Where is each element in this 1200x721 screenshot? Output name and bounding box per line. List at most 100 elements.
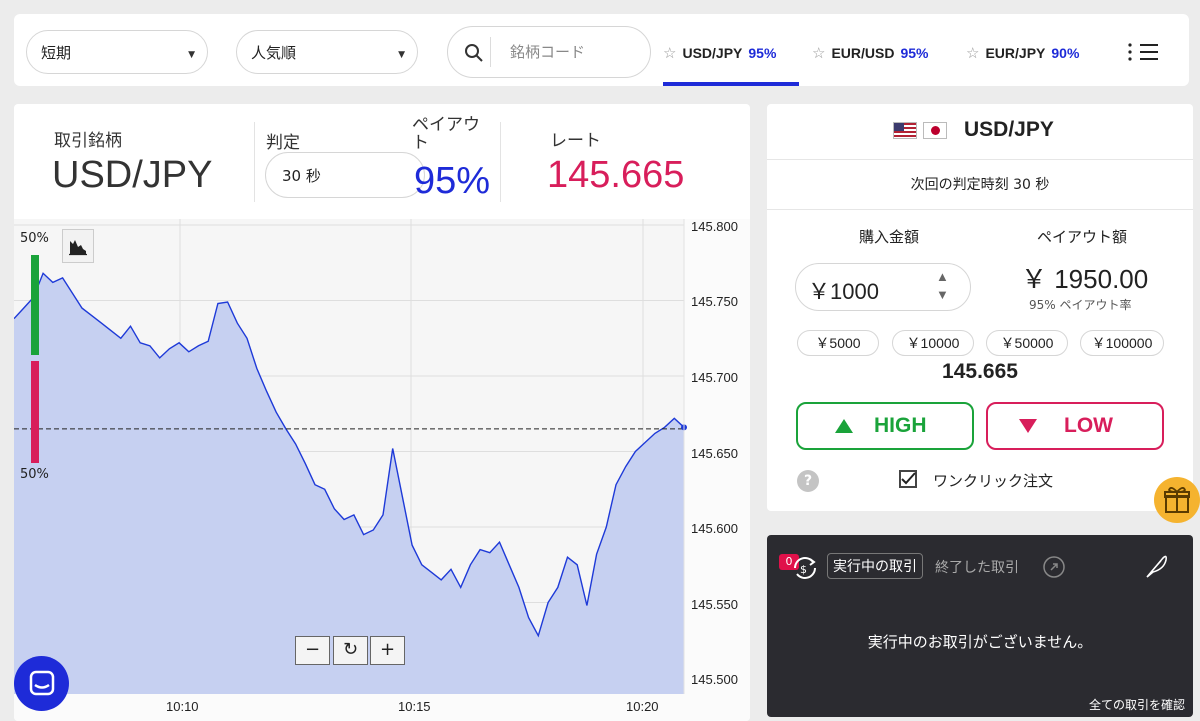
star-icon[interactable]: ☆ xyxy=(812,44,825,62)
x-tick: 10:15 xyxy=(398,699,431,714)
favorite-name: USD/JPY xyxy=(682,45,743,61)
increment-arrow-icon[interactable]: ▲ xyxy=(936,269,949,284)
sort-select-value: 人気順 xyxy=(251,43,297,62)
trade-panel: USD/JPY 次回の判定時刻 30 秒 購入金額 ペイアウト額 ￥1000 ▲… xyxy=(767,104,1193,511)
low-button[interactable]: LOW xyxy=(986,402,1164,450)
buy-amount-label: 購入金額 xyxy=(859,228,920,246)
trades-panel: 0 $ 実行中の取引 終了した取引 実行中のお取引がございません。 全ての取引を… xyxy=(767,535,1193,717)
amount-chip[interactable]: ￥50000 xyxy=(986,330,1068,356)
price-chart[interactable]: 145.800 145.750 145.700 145.650 145.600 … xyxy=(14,219,750,721)
star-icon[interactable]: ☆ xyxy=(966,44,979,62)
high-percent: 50% xyxy=(20,231,49,246)
gift-icon xyxy=(1164,487,1190,513)
trade-header: USD/JPY xyxy=(767,104,1193,160)
empty-trades-message: 実行中のお取引がございません。 xyxy=(867,633,1093,651)
zoom-in-button[interactable]: + xyxy=(370,636,405,665)
current-rate: 145.665 xyxy=(942,360,1018,383)
svg-text:$: $ xyxy=(800,563,807,576)
chat-icon xyxy=(29,670,55,696)
chat-support-button[interactable] xyxy=(14,656,69,711)
instrument-info: 取引銘柄 USD/JPY 判定 30 秒 ペイアウト 95% レート 145.6… xyxy=(14,104,750,219)
favorite-pct: 90% xyxy=(1051,45,1080,61)
rate-value: 145.665 xyxy=(547,154,685,196)
payout-amount-label: ペイアウト額 xyxy=(1037,228,1128,246)
decrement-arrow-icon[interactable]: ▼ xyxy=(936,287,949,302)
chart-panel: 取引銘柄 USD/JPY 判定 30 秒 ペイアウト 95% レート 145.6… xyxy=(14,104,750,721)
area-chart-icon xyxy=(69,240,87,256)
more-menu-icon[interactable] xyxy=(1126,40,1166,64)
external-link-icon[interactable] xyxy=(1042,555,1066,579)
y-tick: 145.500 xyxy=(691,672,738,687)
favorite-tab-eurusd[interactable]: ☆ EUR/USD 95% xyxy=(812,44,929,62)
judge-label: 判定 xyxy=(266,133,300,153)
rate-label: レート xyxy=(550,131,601,151)
search-divider xyxy=(490,37,491,67)
payout-rate: 95% ペイアウト率 xyxy=(1029,298,1132,312)
sort-select[interactable]: 人気順 ▼ xyxy=(236,30,418,74)
top-bar: 短期 ▼ 人気順 ▼ 銘柄コード ☆ USD/JPY 95% ☆ EUR/USD… xyxy=(14,14,1189,86)
payout-label: ペイアウト xyxy=(412,115,480,153)
amount-input[interactable]: ￥1000 ▲ ▼ xyxy=(795,263,971,311)
x-tick: 10:20 xyxy=(626,699,659,714)
y-tick: 145.550 xyxy=(691,597,738,612)
search-input[interactable]: 銘柄コード xyxy=(447,26,651,78)
help-icon[interactable]: ? xyxy=(797,470,819,492)
low-label: LOW xyxy=(1064,414,1113,437)
high-button[interactable]: HIGH xyxy=(796,402,974,450)
down-triangle-icon xyxy=(1019,419,1037,433)
favorite-pct: 95% xyxy=(748,45,777,61)
gift-button[interactable] xyxy=(1154,477,1200,523)
favorite-tab-eurjpy[interactable]: ☆ EUR/JPY 90% xyxy=(966,44,1079,62)
favorite-name: EUR/JPY xyxy=(985,45,1046,61)
divider xyxy=(254,122,255,202)
low-percent: 50% xyxy=(20,467,49,482)
tab-active-trades[interactable]: 実行中の取引 xyxy=(827,553,923,579)
high-label: HIGH xyxy=(874,414,927,437)
y-tick: 145.700 xyxy=(691,370,738,385)
high-sentiment-bar xyxy=(31,255,39,355)
judge-time-value: 30 秒 xyxy=(282,167,321,185)
amount-chip[interactable]: ￥10000 xyxy=(892,330,974,356)
y-tick: 145.600 xyxy=(691,521,738,536)
chevron-down-icon: ▼ xyxy=(188,50,195,60)
divider xyxy=(500,122,501,202)
feather-icon[interactable] xyxy=(1143,552,1169,580)
jp-flag-icon xyxy=(923,122,947,139)
x-tick: 10:10 xyxy=(166,699,199,714)
one-click-checkbox[interactable] xyxy=(899,470,917,488)
favorite-name: EUR/USD xyxy=(831,45,895,61)
favorite-pct: 95% xyxy=(900,45,929,61)
judge-time-select[interactable]: 30 秒 xyxy=(265,152,425,198)
currency-exchange-icon: $ xyxy=(794,557,816,579)
tab-closed-trades[interactable]: 終了した取引 xyxy=(935,557,1019,577)
low-sentiment-bar xyxy=(31,361,39,463)
y-tick: 145.750 xyxy=(691,294,738,309)
trade-pair: USD/JPY xyxy=(964,118,1054,141)
y-tick: 145.800 xyxy=(691,219,738,234)
y-tick: 145.650 xyxy=(691,446,738,461)
check-icon xyxy=(901,472,916,485)
chart-type-button[interactable] xyxy=(62,229,94,263)
zoom-out-button[interactable]: − xyxy=(295,636,330,665)
next-judge-time: 次回の判定時刻 30 秒 xyxy=(767,160,1193,210)
amount-value: ￥1000 xyxy=(808,279,879,304)
search-icon xyxy=(465,44,483,62)
payout-amount: ￥ 1950.00 xyxy=(1021,264,1149,294)
term-select-value: 短期 xyxy=(41,43,72,62)
pair-label: 取引銘柄 xyxy=(54,131,122,151)
one-click-label: ワンクリック注文 xyxy=(933,472,1054,490)
chevron-down-icon: ▼ xyxy=(398,50,405,60)
pair-value: USD/JPY xyxy=(52,154,213,196)
us-flag-icon xyxy=(893,122,917,139)
favorite-tab-usdjpy[interactable]: ☆ USD/JPY 95% xyxy=(663,44,776,62)
payout-value: 95% xyxy=(414,160,491,202)
reset-zoom-button[interactable]: ↻ xyxy=(333,636,368,665)
active-tab-indicator xyxy=(663,82,799,86)
term-select[interactable]: 短期 ▼ xyxy=(26,30,208,74)
search-placeholder: 銘柄コード xyxy=(510,43,586,61)
view-all-trades-link[interactable]: 全ての取引を確認 xyxy=(1089,696,1185,713)
amount-chip[interactable]: ￥5000 xyxy=(797,330,879,356)
amount-chip[interactable]: ￥100000 xyxy=(1080,330,1164,356)
star-icon[interactable]: ☆ xyxy=(663,44,676,62)
up-triangle-icon xyxy=(835,419,853,433)
